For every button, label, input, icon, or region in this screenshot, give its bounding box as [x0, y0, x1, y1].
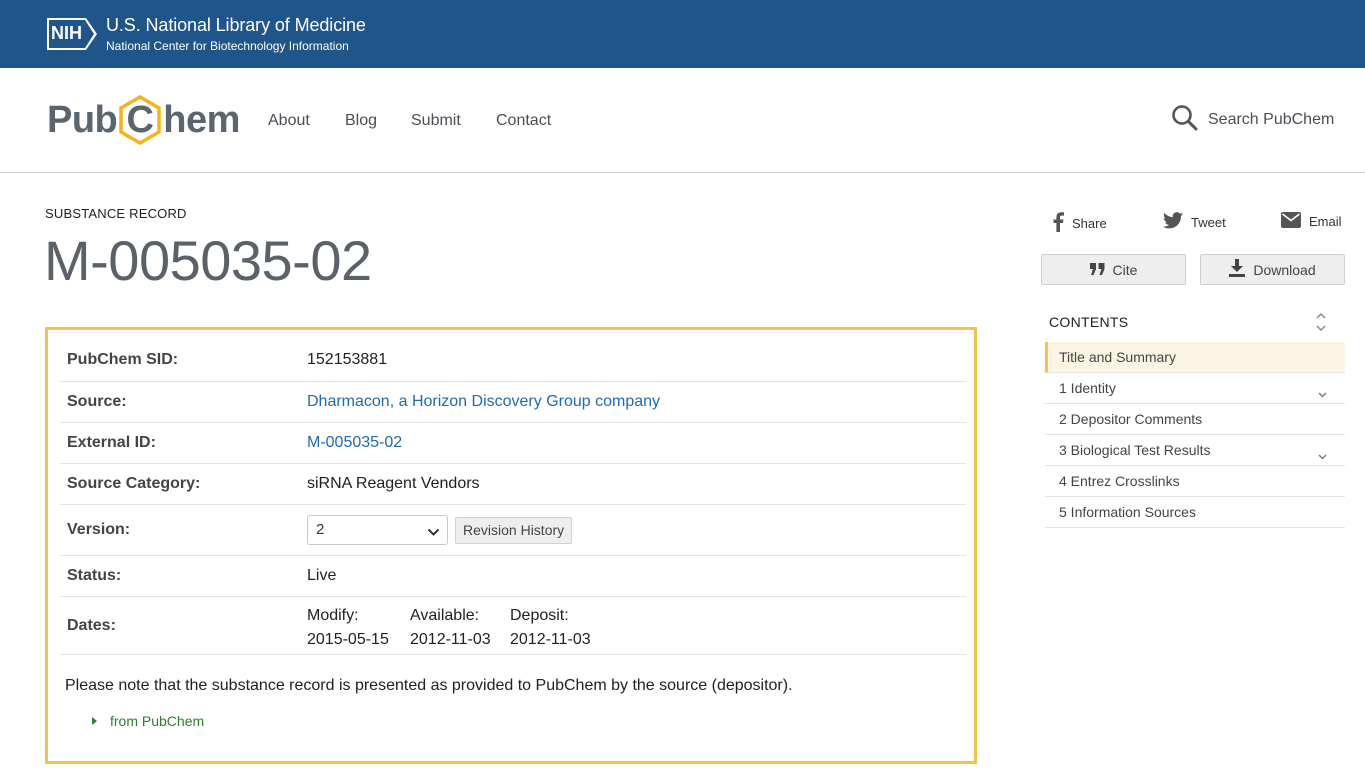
download-button[interactable]: Download — [1200, 254, 1345, 285]
summary-row-source-category: Source Category: siRNA Reagent Vendors — [60, 464, 966, 505]
source-label: Source: — [67, 393, 127, 410]
date-modify-value: 2015-05-15 — [307, 631, 389, 648]
from-pubchem-toggle[interactable]: from PubChem — [92, 713, 204, 729]
toc-item-label: 4 Entrez Crosslinks — [1059, 473, 1180, 489]
date-available-label: Available: — [410, 607, 480, 624]
status-label: Status: — [67, 567, 122, 584]
email-label: Email — [1309, 214, 1342, 229]
summary-row-version: Version: 2 Revision History — [60, 505, 966, 556]
cite-button[interactable]: Cite — [1041, 254, 1186, 285]
share-facebook-button[interactable]: Share — [1052, 212, 1107, 235]
toc-item-label: 3 Biological Test Results — [1059, 442, 1211, 458]
contents-header: CONTENTS — [1049, 314, 1129, 330]
date-deposit: Deposit: 2012-11-03 — [510, 604, 591, 652]
toc-item-title-and-summary[interactable]: Title and Summary — [1045, 342, 1345, 373]
share-label: Share — [1072, 216, 1107, 231]
logo-text-c: C — [126, 99, 154, 141]
date-available: Available: 2012-11-03 — [410, 604, 491, 652]
caret-right-icon — [92, 717, 97, 725]
expand-collapse-icon[interactable] — [1315, 311, 1327, 338]
toc-item-entrez-crosslinks[interactable]: 4 Entrez Crosslinks — [1045, 466, 1345, 497]
toc-item-information-sources[interactable]: 5 Information Sources — [1045, 497, 1345, 528]
twitter-icon — [1163, 212, 1191, 232]
external-id-label: External ID: — [67, 434, 156, 451]
version-select[interactable]: 2 — [307, 515, 448, 545]
toc-item-label: 2 Depositor Comments — [1059, 411, 1203, 427]
external-id-link[interactable]: M-005035-02 — [307, 434, 402, 452]
status-value: Live — [307, 567, 337, 584]
nih-logo[interactable]: NIH — [46, 17, 98, 51]
record-type-label: SUBSTANCE RECORD — [45, 206, 187, 221]
source-link[interactable]: Dharmacon, a Horizon Discovery Group com… — [307, 393, 660, 411]
nav-about[interactable]: About — [268, 112, 310, 130]
from-pubchem-label: from PubChem — [110, 713, 205, 729]
nih-subtitle[interactable]: National Center for Biotechnology Inform… — [106, 39, 349, 53]
version-label: Version: — [67, 521, 131, 538]
toc-item-label: Title and Summary — [1059, 349, 1176, 365]
email-icon — [1281, 212, 1309, 231]
hexagon-logo-icon: C — [118, 95, 162, 145]
nav-contact[interactable]: Contact — [496, 112, 551, 130]
version-selected-value: 2 — [316, 521, 325, 538]
quote-icon — [1089, 262, 1113, 278]
search-pubchem-button[interactable]: Search PubChem — [1171, 104, 1335, 136]
revision-history-button[interactable]: Revision History — [455, 517, 573, 544]
date-deposit-value: 2012-11-03 — [510, 631, 591, 648]
toc-item-label: 5 Information Sources — [1059, 504, 1196, 520]
facebook-icon — [1052, 212, 1072, 235]
sid-value: 152153881 — [307, 351, 388, 368]
cite-label: Cite — [1112, 261, 1138, 278]
pubchem-header: Pub C hem About Blog Submit Contact Sear… — [0, 68, 1365, 173]
download-icon — [1229, 259, 1253, 280]
summary-row-external-id: External ID: M-005035-02 — [60, 423, 966, 464]
toc-item-biological-test-results[interactable]: 3 Biological Test Results — [1045, 435, 1345, 466]
nav-blog[interactable]: Blog — [345, 112, 377, 130]
date-modify: Modify: 2015-05-15 — [307, 604, 389, 652]
toc-item-identity[interactable]: 1 Identity — [1045, 373, 1345, 404]
dates-label: Dates: — [67, 617, 116, 634]
nih-banner: NIH U.S. National Library of Medicine Na… — [0, 0, 1365, 68]
nih-title[interactable]: U.S. National Library of Medicine — [106, 15, 366, 36]
email-button[interactable]: Email — [1281, 212, 1342, 231]
logo-text-hem: hem — [163, 98, 240, 141]
summary-row-source: Source: Dharmacon, a Horizon Discovery G… — [60, 382, 966, 423]
tweet-button[interactable]: Tweet — [1163, 212, 1226, 232]
sid-label: PubChem SID: — [67, 351, 179, 368]
source-category-label: Source Category: — [67, 475, 201, 492]
nih-logo-text: NIH — [51, 23, 82, 43]
chevron-down-icon[interactable] — [1318, 385, 1327, 401]
chevron-down-icon[interactable] — [1318, 447, 1327, 463]
date-modify-label: Modify: — [307, 607, 359, 624]
download-label: Download — [1253, 261, 1316, 278]
tweet-label: Tweet — [1191, 214, 1226, 230]
search-label: Search PubChem — [1208, 111, 1335, 128]
summary-row-dates: Dates: Modify: 2015-05-15 Available: 201… — [60, 597, 966, 655]
summary-row-status: Status: Live — [60, 556, 966, 597]
page-title: M-005035-02 — [44, 229, 372, 292]
search-icon — [1171, 104, 1198, 136]
depositor-note: Please note that the substance record is… — [65, 677, 793, 694]
source-category-value: siRNA Reagent Vendors — [307, 475, 480, 492]
logo-text-pub: Pub — [47, 98, 118, 141]
date-available-value: 2012-11-03 — [410, 631, 491, 648]
pubchem-logo[interactable]: Pub C hem — [47, 95, 240, 145]
toc-item-label: 1 Identity — [1059, 380, 1116, 396]
chevron-down-icon — [427, 524, 440, 542]
date-deposit-label: Deposit: — [510, 607, 569, 624]
summary-row-sid: PubChem SID: 152153881 — [60, 330, 966, 382]
summary-panel: PubChem SID: 152153881 Source: Dharmacon… — [45, 327, 977, 764]
nav-submit[interactable]: Submit — [411, 112, 461, 130]
toc-item-depositor-comments[interactable]: 2 Depositor Comments — [1045, 404, 1345, 435]
